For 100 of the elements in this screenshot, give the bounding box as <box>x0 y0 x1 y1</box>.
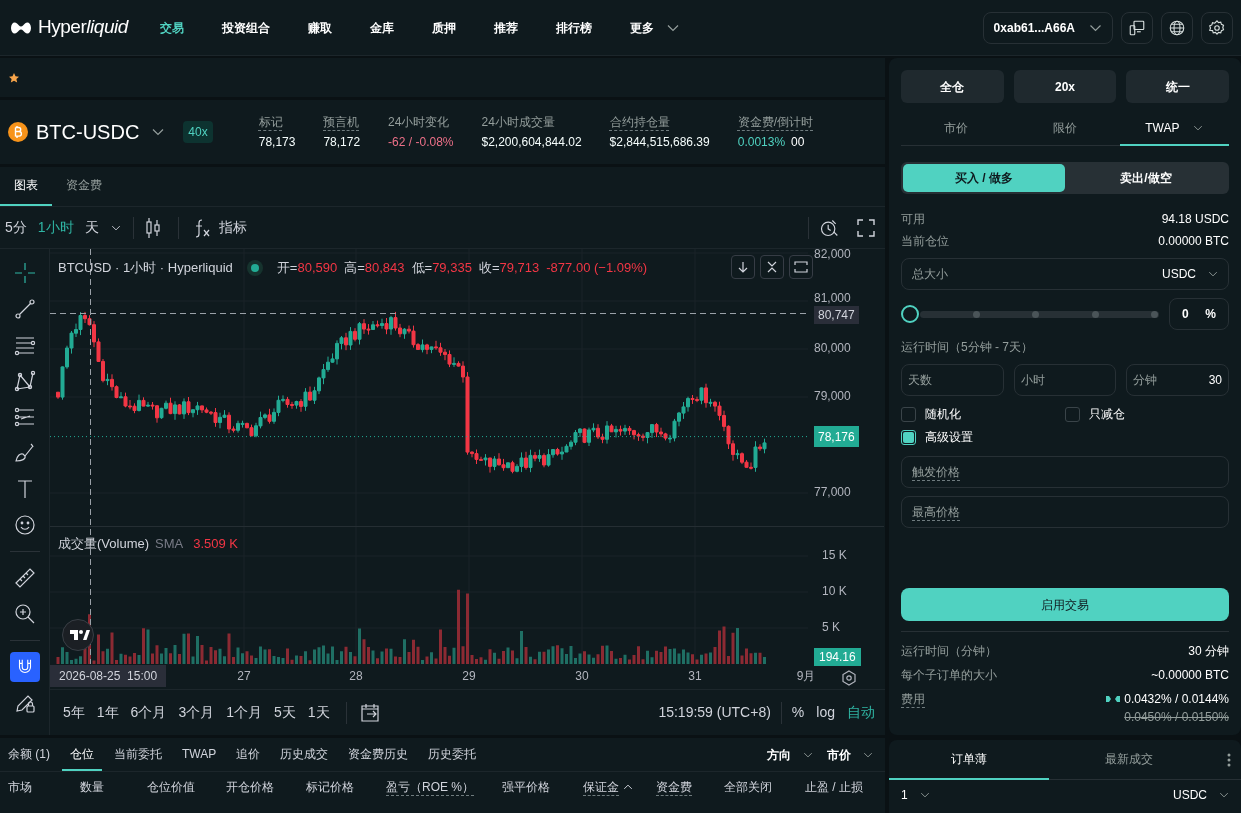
filter-dropdown[interactable]: 方向 <box>767 745 813 764</box>
bottom-tab[interactable]: 历史委托 <box>420 738 485 771</box>
range-button[interactable]: 1个月 <box>226 702 262 723</box>
collapse-button[interactable] <box>760 255 784 279</box>
price-axis-label: 80,000 <box>814 341 851 356</box>
axis-settings-icon[interactable] <box>841 670 857 686</box>
discount-icon <box>1106 695 1121 703</box>
more-options-icon[interactable] <box>1227 752 1231 767</box>
range-button[interactable]: 6个月 <box>130 702 167 723</box>
submit-button[interactable]: 启用交易 <box>901 588 1229 621</box>
summary-label: 运行时间（分钟） <box>901 643 997 660</box>
bottom-tab[interactable]: 当前委托 <box>106 738 170 771</box>
order-type-tab[interactable]: 限价 <box>1010 112 1120 146</box>
scale-option[interactable]: 自动 <box>847 702 875 723</box>
nav-link[interactable]: 更多 <box>629 18 680 37</box>
globe-icon <box>1168 18 1186 37</box>
nav-link[interactable]: 交易 <box>159 18 184 37</box>
devices-button[interactable] <box>1121 11 1153 44</box>
order-type-tab[interactable]: TWAP <box>1119 112 1229 146</box>
magnet-icon[interactable] <box>9 652 40 682</box>
scale-option[interactable]: log <box>816 702 835 723</box>
bottom-tab[interactable]: 资金费历史 <box>340 738 417 771</box>
pattern-icon[interactable] <box>12 369 37 393</box>
summary-label: 每个子订单的大小 <box>901 667 997 684</box>
range-button[interactable]: 5年 <box>63 702 85 723</box>
bottom-tab[interactable]: 仓位 <box>62 738 102 771</box>
checkbox-label: 高级设置 <box>925 429 973 446</box>
side-toggle[interactable]: 买入 / 做多 <box>903 164 1065 192</box>
leverage-badge: 40x <box>183 121 213 143</box>
chart-logo-icon <box>62 619 94 651</box>
bottom-tab[interactable]: TWAP <box>174 738 225 771</box>
range-button[interactable]: 1天 <box>307 702 330 723</box>
price-field[interactable]: 触发价格 <box>901 456 1229 488</box>
zoom-in-icon[interactable] <box>12 602 37 626</box>
scale-option[interactable]: % <box>791 702 805 723</box>
candlestick-icon[interactable] <box>145 216 160 239</box>
date-axis-label: 9月 <box>796 669 816 684</box>
interval-button[interactable]: 1小时 <box>37 217 74 238</box>
filter-dropdown[interactable]: 市价 <box>827 745 873 764</box>
chart-title: BTCUSD · 1小时 · Hyperliquid <box>58 259 233 277</box>
indicators-button[interactable]: 指标 <box>218 217 247 238</box>
checkbox[interactable] <box>1065 406 1080 422</box>
price-field[interactable]: 最高价格 <box>901 496 1229 528</box>
star-icon[interactable] <box>8 71 20 84</box>
nav-link[interactable]: 排行榜 <box>555 18 592 37</box>
market-symbol[interactable]: BTC-USDC <box>36 117 140 147</box>
order-type-tab[interactable]: 市价 <box>901 112 1011 146</box>
stat-label: 资金费/倒计时 <box>737 114 814 131</box>
logo-icon[interactable] <box>10 20 32 35</box>
percent-field[interactable]: 0 % <box>1169 298 1229 330</box>
calendar-icon[interactable] <box>359 702 380 723</box>
unit-dropdown[interactable]: USDC <box>1162 265 1218 283</box>
nav-link[interactable]: 推荐 <box>493 18 518 37</box>
bottom-tab[interactable]: 历史成交 <box>272 738 337 771</box>
language-button[interactable] <box>1161 11 1193 44</box>
info-value: 0.00000 BTC <box>1158 233 1229 250</box>
column-header[interactable]: 保证金 <box>583 778 619 796</box>
fullscreen-icon[interactable] <box>857 218 875 237</box>
volume-title: 成交量(Volume) <box>58 535 150 553</box>
side-toggle[interactable]: 卖出/做空 <box>1065 164 1227 192</box>
trend-line-icon[interactable] <box>12 297 37 321</box>
date-axis-label: 29 <box>462 669 476 684</box>
duration-field[interactable]: 小时 <box>1013 364 1117 396</box>
parallel-channel-icon[interactable] <box>12 405 37 429</box>
crosshair-icon[interactable] <box>12 261 37 285</box>
unit-dropdown[interactable]: USDC <box>1173 786 1229 804</box>
nav-link[interactable]: 金库 <box>369 18 394 37</box>
scroll-down-button[interactable] <box>731 255 755 279</box>
precision-dropdown[interactable]: 1 <box>901 786 930 804</box>
countdown-value: 00 <box>791 134 805 151</box>
interval-button[interactable]: 天 <box>84 217 99 238</box>
margin-button[interactable]: 全仓 <box>901 70 1004 103</box>
wallet-button[interactable]: 0xab61...A66A <box>982 11 1113 44</box>
bottom-tab[interactable]: 追价 <box>228 738 269 771</box>
maximize-button[interactable] <box>789 255 813 279</box>
nav-link[interactable]: 质押 <box>431 18 456 37</box>
margin-button[interactable]: 统一 <box>1126 70 1229 103</box>
size-field[interactable]: 总大小 USDC <box>901 258 1229 290</box>
smiley-icon[interactable] <box>12 513 37 537</box>
bottom-tab[interactable]: 余额 (1) <box>0 738 58 771</box>
checkbox[interactable] <box>901 429 916 445</box>
slider-thumb[interactable] <box>901 305 919 323</box>
range-button[interactable]: 1年 <box>96 702 119 723</box>
range-button[interactable]: 5天 <box>274 702 296 723</box>
interval-button[interactable]: 5分 <box>5 217 27 238</box>
settings-button[interactable] <box>1201 11 1233 44</box>
duration-field[interactable]: 分钟 30 <box>1126 364 1229 396</box>
nav-link[interactable]: 投资组合 <box>221 18 270 37</box>
nav-link[interactable]: 赚取 <box>307 18 332 37</box>
chevron-down-icon <box>151 128 166 136</box>
range-button[interactable]: 3个月 <box>178 702 215 723</box>
orderbook-tab[interactable]: 订单薄 <box>889 740 1049 780</box>
alarm-clock-icon[interactable] <box>819 217 839 238</box>
chart-tab[interactable]: 资金费 <box>52 166 116 206</box>
margin-button[interactable]: 20x <box>1013 70 1117 103</box>
chart-tab[interactable]: 图表 <box>0 166 52 206</box>
duration-field[interactable]: 天数 <box>901 364 1004 396</box>
checkbox[interactable] <box>901 406 916 422</box>
slider-track[interactable] <box>920 310 1159 318</box>
orderbook-tab[interactable]: 最新成交 <box>1049 740 1209 780</box>
